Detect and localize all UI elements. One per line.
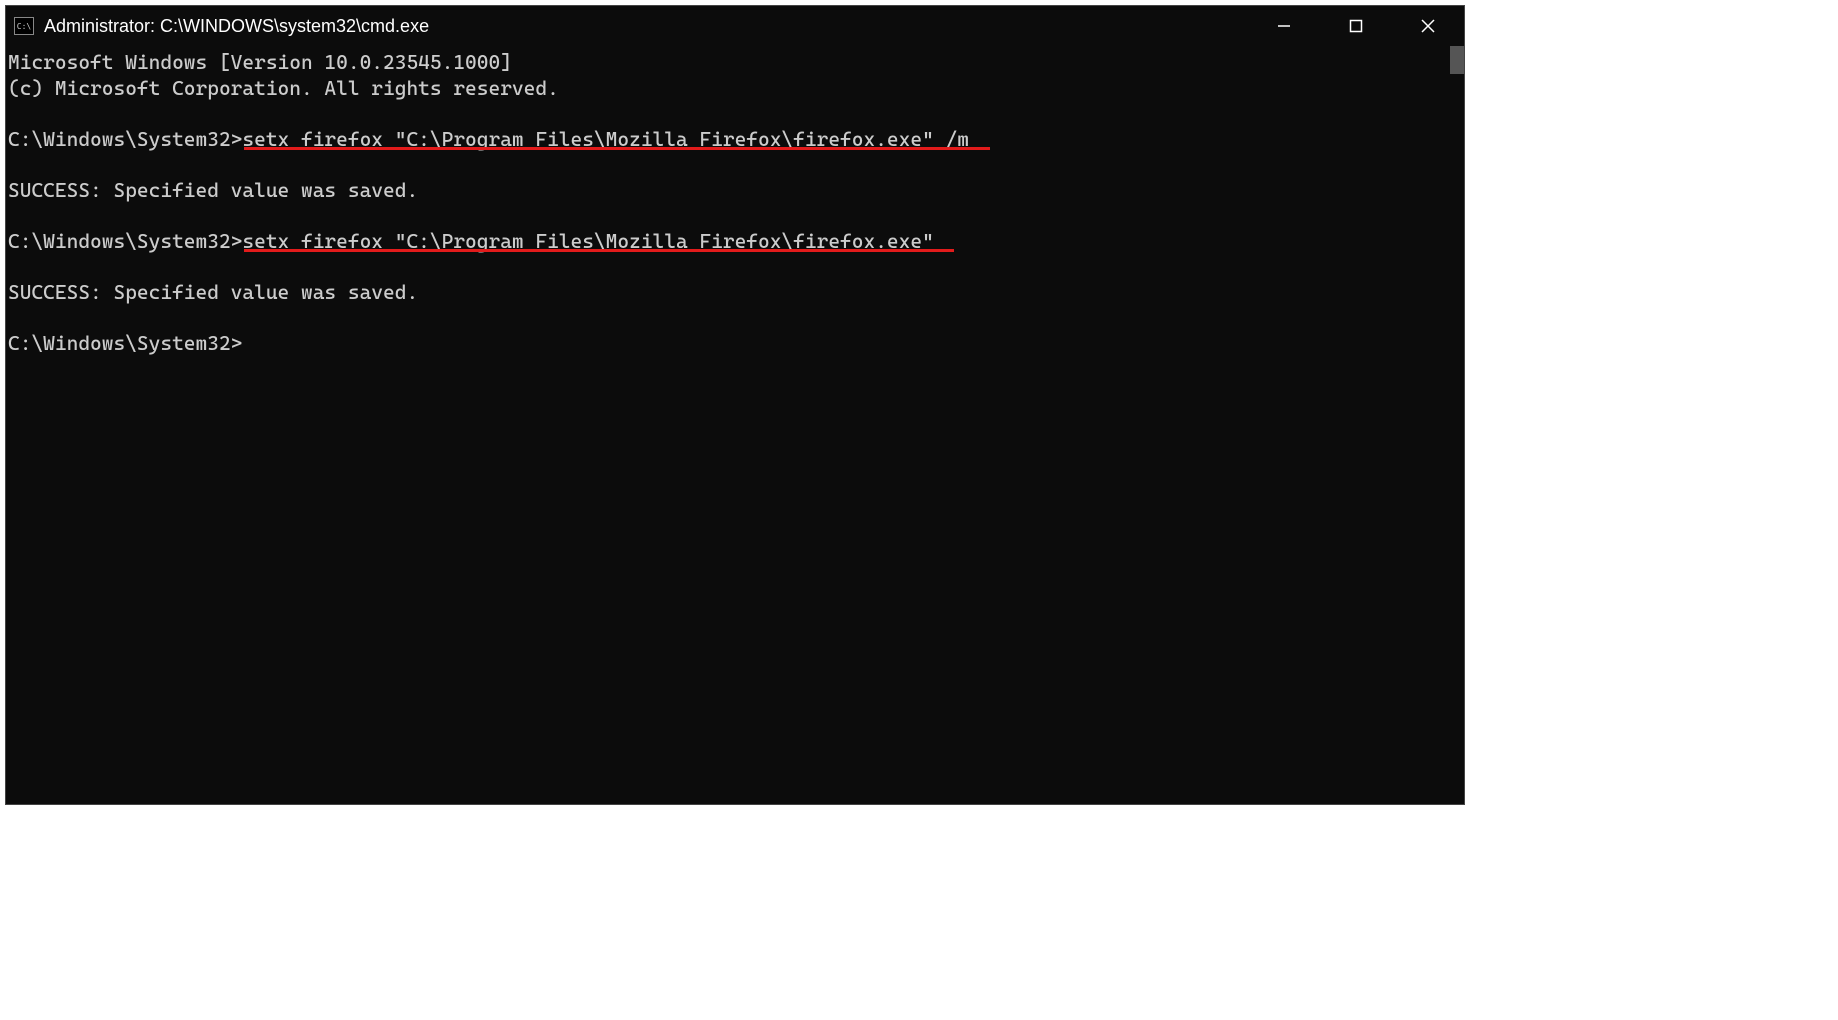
scrollbar-track[interactable]	[1448, 46, 1464, 804]
terminal-line: SUCCESS: Specified value was saved.	[8, 178, 1462, 204]
minimize-button[interactable]	[1248, 6, 1320, 46]
terminal-line	[8, 305, 1462, 331]
window-controls	[1248, 6, 1464, 46]
terminal-line	[8, 101, 1462, 127]
terminal-line: SUCCESS: Specified value was saved.	[8, 280, 1462, 306]
terminal-output[interactable]: Microsoft Windows [Version 10.0.23545.10…	[6, 46, 1464, 804]
close-icon	[1421, 19, 1435, 33]
close-button[interactable]	[1392, 6, 1464, 46]
terminal-line	[8, 203, 1462, 229]
terminal-line: Microsoft Windows [Version 10.0.23545.10…	[8, 50, 1462, 76]
scrollbar-thumb[interactable]	[1450, 46, 1464, 74]
annotation-underline	[244, 249, 954, 252]
minimize-icon	[1277, 19, 1291, 33]
cmd-window: C:\ Administrator: C:\WINDOWS\system32\c…	[5, 5, 1465, 805]
terminal-line: C:\Windows\System32>	[8, 331, 1462, 357]
terminal-line: (c) Microsoft Corporation. All rights re…	[8, 76, 1462, 102]
maximize-icon	[1349, 19, 1363, 33]
maximize-button[interactable]	[1320, 6, 1392, 46]
terminal-line	[8, 254, 1462, 280]
annotation-underline	[244, 147, 990, 150]
titlebar[interactable]: C:\ Administrator: C:\WINDOWS\system32\c…	[6, 6, 1464, 46]
window-title: Administrator: C:\WINDOWS\system32\cmd.e…	[44, 16, 1248, 37]
cmd-icon-label: C:\	[17, 22, 31, 31]
terminal-line	[8, 152, 1462, 178]
cmd-icon: C:\	[14, 17, 34, 35]
